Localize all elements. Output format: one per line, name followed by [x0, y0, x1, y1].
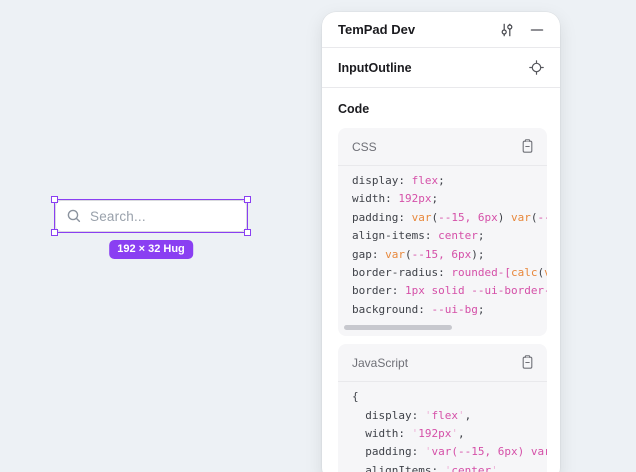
javascript-card-header: JavaScript [338, 344, 547, 382]
css-card-label: CSS [352, 140, 377, 154]
component-name: InputOutline [338, 61, 412, 75]
panel-title: TemPad Dev [338, 22, 415, 37]
selected-search-component[interactable]: Search... [55, 200, 247, 232]
search-input: Search... [55, 200, 247, 232]
copy-clipboard-icon[interactable] [520, 355, 535, 370]
copy-clipboard-icon[interactable] [520, 139, 535, 154]
css-horizontal-scrollbar[interactable] [344, 325, 539, 330]
tempad-dev-panel: TemPad Dev InputOutline [322, 12, 560, 472]
selection-handle-top-left[interactable] [51, 196, 58, 203]
css-code-body[interactable]: display: flex;width: 192px;padding: var(… [338, 166, 547, 323]
crosshair-locate-icon[interactable] [529, 60, 544, 75]
search-placeholder: Search... [90, 209, 146, 224]
panel-header: TemPad Dev [322, 12, 560, 48]
selection-handle-bottom-left[interactable] [51, 229, 58, 236]
code-section-label: Code [338, 102, 544, 116]
size-badge: 192 × 32 Hug [109, 240, 193, 259]
selection-handle-bottom-right[interactable] [244, 229, 251, 236]
css-card-header: CSS [338, 128, 547, 166]
css-scrollbar-thumb[interactable] [344, 325, 452, 330]
selection-handle-top-right[interactable] [244, 196, 251, 203]
javascript-code-body[interactable]: { display: 'flex', width: '192px', paddi… [338, 382, 547, 472]
sliders-icon[interactable] [499, 22, 515, 38]
javascript-card-label: JavaScript [352, 356, 408, 370]
selected-component-row[interactable]: InputOutline [322, 48, 560, 88]
minimize-icon[interactable] [530, 23, 544, 37]
javascript-code-card: JavaScript { display: 'flex', width: '19… [338, 344, 547, 472]
search-icon [66, 208, 82, 224]
css-code-card: CSS display: flex;width: 192px;padding: … [338, 128, 547, 336]
